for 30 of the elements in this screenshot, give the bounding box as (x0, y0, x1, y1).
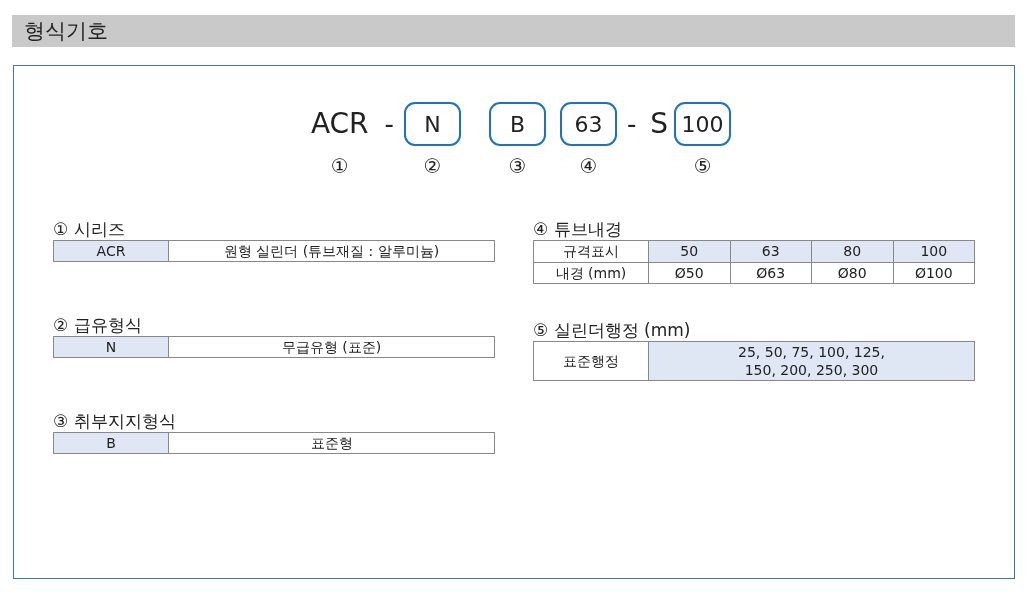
table-cell-text: 무급유형 (표준) (280, 337, 383, 357)
table-cell: B (54, 433, 169, 453)
table-cell-text: 표준형 (309, 433, 354, 453)
table-heading: ③ 취부지지형식 (53, 410, 177, 432)
table-cell: 100 (893, 241, 974, 262)
position-marker: ⑤ (693, 154, 712, 178)
table-heading: ② 급유형식 (53, 314, 143, 336)
table-cell: N (54, 337, 169, 357)
table-heading: ④ 튜브내경 (533, 218, 623, 240)
code-separator: - (384, 107, 394, 141)
table-cell: 63 (730, 241, 812, 262)
code-box: B (488, 102, 546, 146)
table-cell-text: 원형 실린더 (튜브재질 : 알루미늄) (222, 241, 441, 261)
section-title: 형식기호 (24, 20, 108, 42)
table-cell: 80 (812, 241, 894, 262)
table-heading: ① 시리즈 (53, 218, 126, 240)
position-marker: ③ (508, 154, 527, 178)
table-cell: 25, 50, 75, 100, 125, 150, 200, 250, 300 (649, 342, 974, 380)
code-text: S (650, 106, 669, 142)
code-box: N (403, 102, 461, 146)
position-marker: ① (330, 154, 349, 178)
table-cell: 50 (649, 241, 731, 262)
code-box: 100 (674, 102, 732, 146)
code-separator: - (626, 107, 637, 141)
code-text: ACR (310, 106, 369, 142)
table-cell: ACR (54, 241, 169, 261)
position-marker: ② (423, 154, 442, 178)
position-marker: ④ (579, 154, 598, 178)
table-heading: ⑤ 실린더행정 (mm) (533, 319, 692, 341)
code-box: 63 (559, 102, 617, 146)
